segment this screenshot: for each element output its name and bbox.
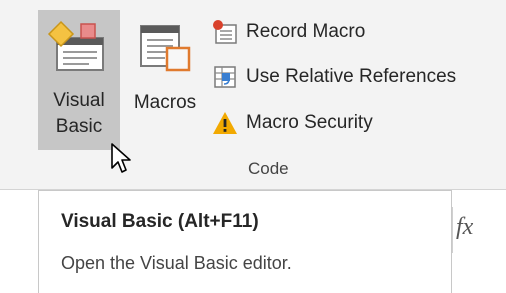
record-macro-icon (213, 20, 237, 44)
relative-references-icon (214, 66, 236, 88)
visual-basic-label-line1: Visual (53, 90, 105, 111)
insert-function-icon[interactable]: fx (456, 214, 473, 241)
record-macro-button[interactable]: Record Macro (212, 17, 365, 47)
macro-security-button[interactable]: Macro Security (212, 108, 373, 138)
tooltip-description: Open the Visual Basic editor. (61, 253, 292, 273)
visual-basic-icon (47, 20, 104, 71)
use-relative-references-label: Use Relative References (246, 66, 457, 87)
warning-icon (213, 112, 237, 134)
tooltip: Visual Basic (Alt+F11) Open the Visual B… (38, 190, 452, 293)
tooltip-title: Visual Basic (Alt+F11) (61, 211, 259, 232)
record-macro-label: Record Macro (246, 21, 366, 42)
macro-security-label: Macro Security (246, 112, 373, 133)
visual-basic-button[interactable]: Visual Basic (38, 10, 120, 150)
visual-basic-label-line2: Basic (55, 116, 103, 137)
macros-icon (140, 25, 191, 72)
developer-ribbon: Visual Basic Macros Record Macro Use Rel… (0, 0, 506, 190)
mouse-cursor-icon (111, 143, 131, 173)
use-relative-references-button[interactable]: Use Relative References (212, 62, 456, 92)
macros-button[interactable]: Macros (122, 10, 208, 150)
code-group-label: Code (248, 159, 289, 178)
macros-label: Macros (133, 92, 197, 113)
